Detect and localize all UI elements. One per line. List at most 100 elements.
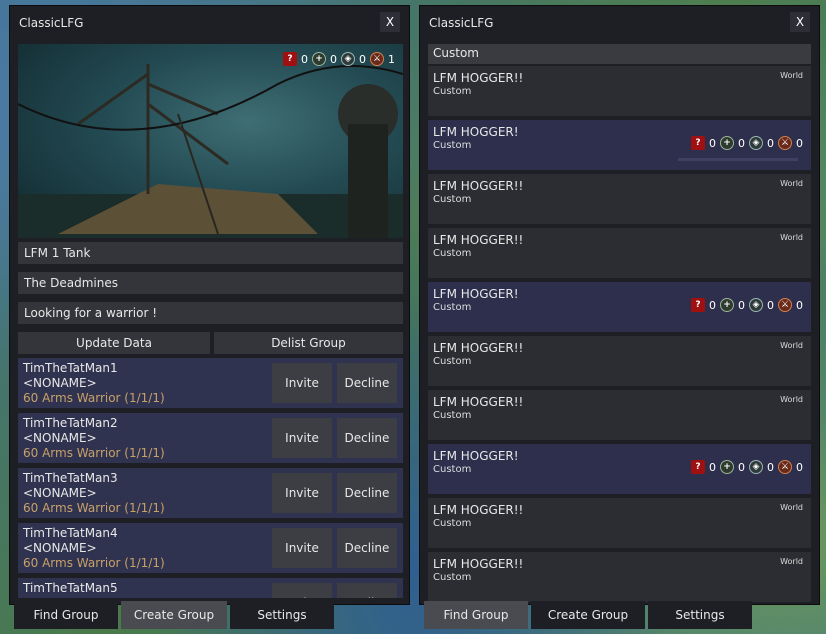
group-category: Custom	[433, 140, 472, 151]
category-header[interactable]: Custom	[428, 44, 811, 64]
right-tab-bar: Find Group Create Group Settings	[424, 601, 752, 629]
group-channel-tag: World	[780, 557, 803, 566]
group-row[interactable]: LFM HOGGER!! Custom World	[428, 228, 811, 278]
group-category: Custom	[433, 248, 472, 259]
decline-button[interactable]: Decline	[337, 363, 397, 403]
group-row[interactable]: LFM HOGGER!! Custom World	[428, 498, 811, 548]
tab-settings[interactable]: Settings	[230, 601, 334, 629]
group-row[interactable]: LFM HOGGER!! Custom World	[428, 390, 811, 440]
healer-count: 0	[738, 298, 745, 312]
group-category: Custom	[433, 86, 472, 97]
healer-count: 0	[738, 460, 745, 474]
delist-group-button[interactable]: Delist Group	[214, 332, 403, 354]
applicant-spec: 60 Arms Warrior (1/1/1)	[23, 391, 165, 405]
applicant-row: TimTheTatMan1 <NONAME> 60 Arms Warrior (…	[18, 358, 403, 408]
invite-button[interactable]: Invite	[272, 418, 332, 458]
unknown-role-icon: ?	[283, 52, 297, 66]
tab-find-group[interactable]: Find Group	[14, 601, 118, 629]
damage-count: 0	[796, 460, 803, 474]
invite-button[interactable]: Invite	[272, 583, 332, 598]
group-title: LFM HOGGER!!	[433, 557, 524, 571]
damage-icon: ⚔	[778, 298, 792, 312]
tank-icon: ◈	[749, 298, 763, 312]
group-channel-tag: World	[780, 503, 803, 512]
damage-icon: ⚔	[778, 136, 792, 150]
group-row[interactable]: LFM HOGGER! Custom ? 0 + 0 ◈ 0 ⚔ 0	[428, 282, 811, 332]
group-title: LFM HOGGER!!	[433, 71, 524, 85]
group-category: Custom	[433, 356, 472, 367]
applicant-guild: <NONAME>	[23, 431, 97, 445]
group-row[interactable]: LFM HOGGER!! Custom World	[428, 174, 811, 224]
applicant-name: TimTheTatMan1	[23, 361, 118, 375]
group-category: Custom	[433, 194, 472, 205]
applicant-row: TimTheTatMan4 <NONAME> 60 Arms Warrior (…	[18, 523, 403, 573]
invite-button[interactable]: Invite	[272, 473, 332, 513]
decline-button[interactable]: Decline	[337, 418, 397, 458]
tank-icon: ◈	[749, 460, 763, 474]
group-category: Custom	[433, 572, 472, 583]
group-list: LFM HOGGER!! Custom World LFM HOGGER! Cu…	[428, 66, 811, 602]
tank-count: 0	[767, 298, 774, 312]
unknown-role-icon: ?	[691, 136, 705, 150]
group-title: LFM HOGGER!!	[433, 503, 524, 517]
damage-count: 0	[796, 136, 803, 150]
group-category: Custom	[433, 302, 472, 313]
tank-count: 0	[767, 460, 774, 474]
find-group-window: ClassicLFG X Custom LFM HOGGER!! Custom …	[419, 5, 820, 605]
damage-icon: ⚔	[778, 460, 792, 474]
applicant-name: TimTheTatMan4	[23, 526, 118, 540]
applicant-row: TimTheTatMan5 Invite Decline	[18, 578, 403, 598]
group-row[interactable]: LFM HOGGER!! Custom World	[428, 336, 811, 386]
group-role-counts: ? 0 + 0 ◈ 0 ⚔ 0	[691, 136, 803, 150]
applicant-name: TimTheTatMan2	[23, 416, 118, 430]
tank-count: 0	[359, 52, 366, 66]
healer-icon: +	[312, 52, 326, 66]
applicant-spec: 60 Arms Warrior (1/1/1)	[23, 556, 165, 570]
group-title: LFM HOGGER!!	[433, 395, 524, 409]
banner-role-counts: ? 0 + 0 ◈ 0 ⚔ 1	[283, 52, 395, 66]
group-row[interactable]: LFM HOGGER! Custom ? 0 + 0 ◈ 0 ⚔ 0	[428, 444, 811, 494]
group-row[interactable]: LFM HOGGER!! Custom World	[428, 66, 811, 116]
group-title: LFM HOGGER!!	[433, 341, 524, 355]
damage-icon: ⚔	[370, 52, 384, 66]
tab-settings[interactable]: Settings	[648, 601, 752, 629]
group-title-input[interactable]: LFM 1 Tank	[18, 242, 403, 264]
group-row[interactable]: LFM HOGGER! Custom ? 0 + 0 ◈ 0 ⚔ 0	[428, 120, 811, 170]
unknown-role-count: 0	[709, 460, 716, 474]
close-button[interactable]: X	[380, 12, 400, 32]
tab-find-group[interactable]: Find Group	[424, 601, 528, 629]
unknown-role-count: 0	[301, 52, 308, 66]
applicant-guild: <NONAME>	[23, 486, 97, 500]
window-title: ClassicLFG	[19, 16, 84, 30]
close-button[interactable]: X	[790, 12, 810, 32]
tank-count: 0	[767, 136, 774, 150]
group-role-counts: ? 0 + 0 ◈ 0 ⚔ 0	[691, 460, 803, 474]
dungeon-banner-image: ? 0 + 0 ◈ 0 ⚔ 1	[18, 44, 403, 238]
tab-create-group[interactable]: Create Group	[121, 601, 227, 629]
applicant-spec: 60 Arms Warrior (1/1/1)	[23, 501, 165, 515]
group-category: Custom	[433, 518, 472, 529]
decline-button[interactable]: Decline	[337, 473, 397, 513]
dungeon-select[interactable]: The Deadmines	[18, 272, 403, 294]
unknown-role-count: 0	[709, 136, 716, 150]
description-input[interactable]: Looking for a warrior !	[18, 302, 403, 324]
group-channel-tag: World	[780, 395, 803, 404]
applicant-row: TimTheTatMan3 <NONAME> 60 Arms Warrior (…	[18, 468, 403, 518]
group-category: Custom	[433, 464, 472, 475]
tab-create-group[interactable]: Create Group	[531, 601, 645, 629]
group-progress-bar	[678, 158, 798, 161]
update-data-button[interactable]: Update Data	[18, 332, 210, 354]
decline-button[interactable]: Decline	[337, 528, 397, 568]
applicant-guild: <NONAME>	[23, 376, 97, 390]
group-row[interactable]: LFM HOGGER!! Custom World	[428, 552, 811, 602]
invite-button[interactable]: Invite	[272, 528, 332, 568]
window-title: ClassicLFG	[429, 16, 494, 30]
group-title: LFM HOGGER!	[433, 287, 519, 301]
invite-button[interactable]: Invite	[272, 363, 332, 403]
unknown-role-icon: ?	[691, 460, 705, 474]
applicant-list: TimTheTatMan1 <NONAME> 60 Arms Warrior (…	[18, 358, 403, 598]
group-channel-tag: World	[780, 233, 803, 242]
damage-count: 0	[796, 298, 803, 312]
healer-count: 0	[738, 136, 745, 150]
decline-button[interactable]: Decline	[337, 583, 397, 598]
